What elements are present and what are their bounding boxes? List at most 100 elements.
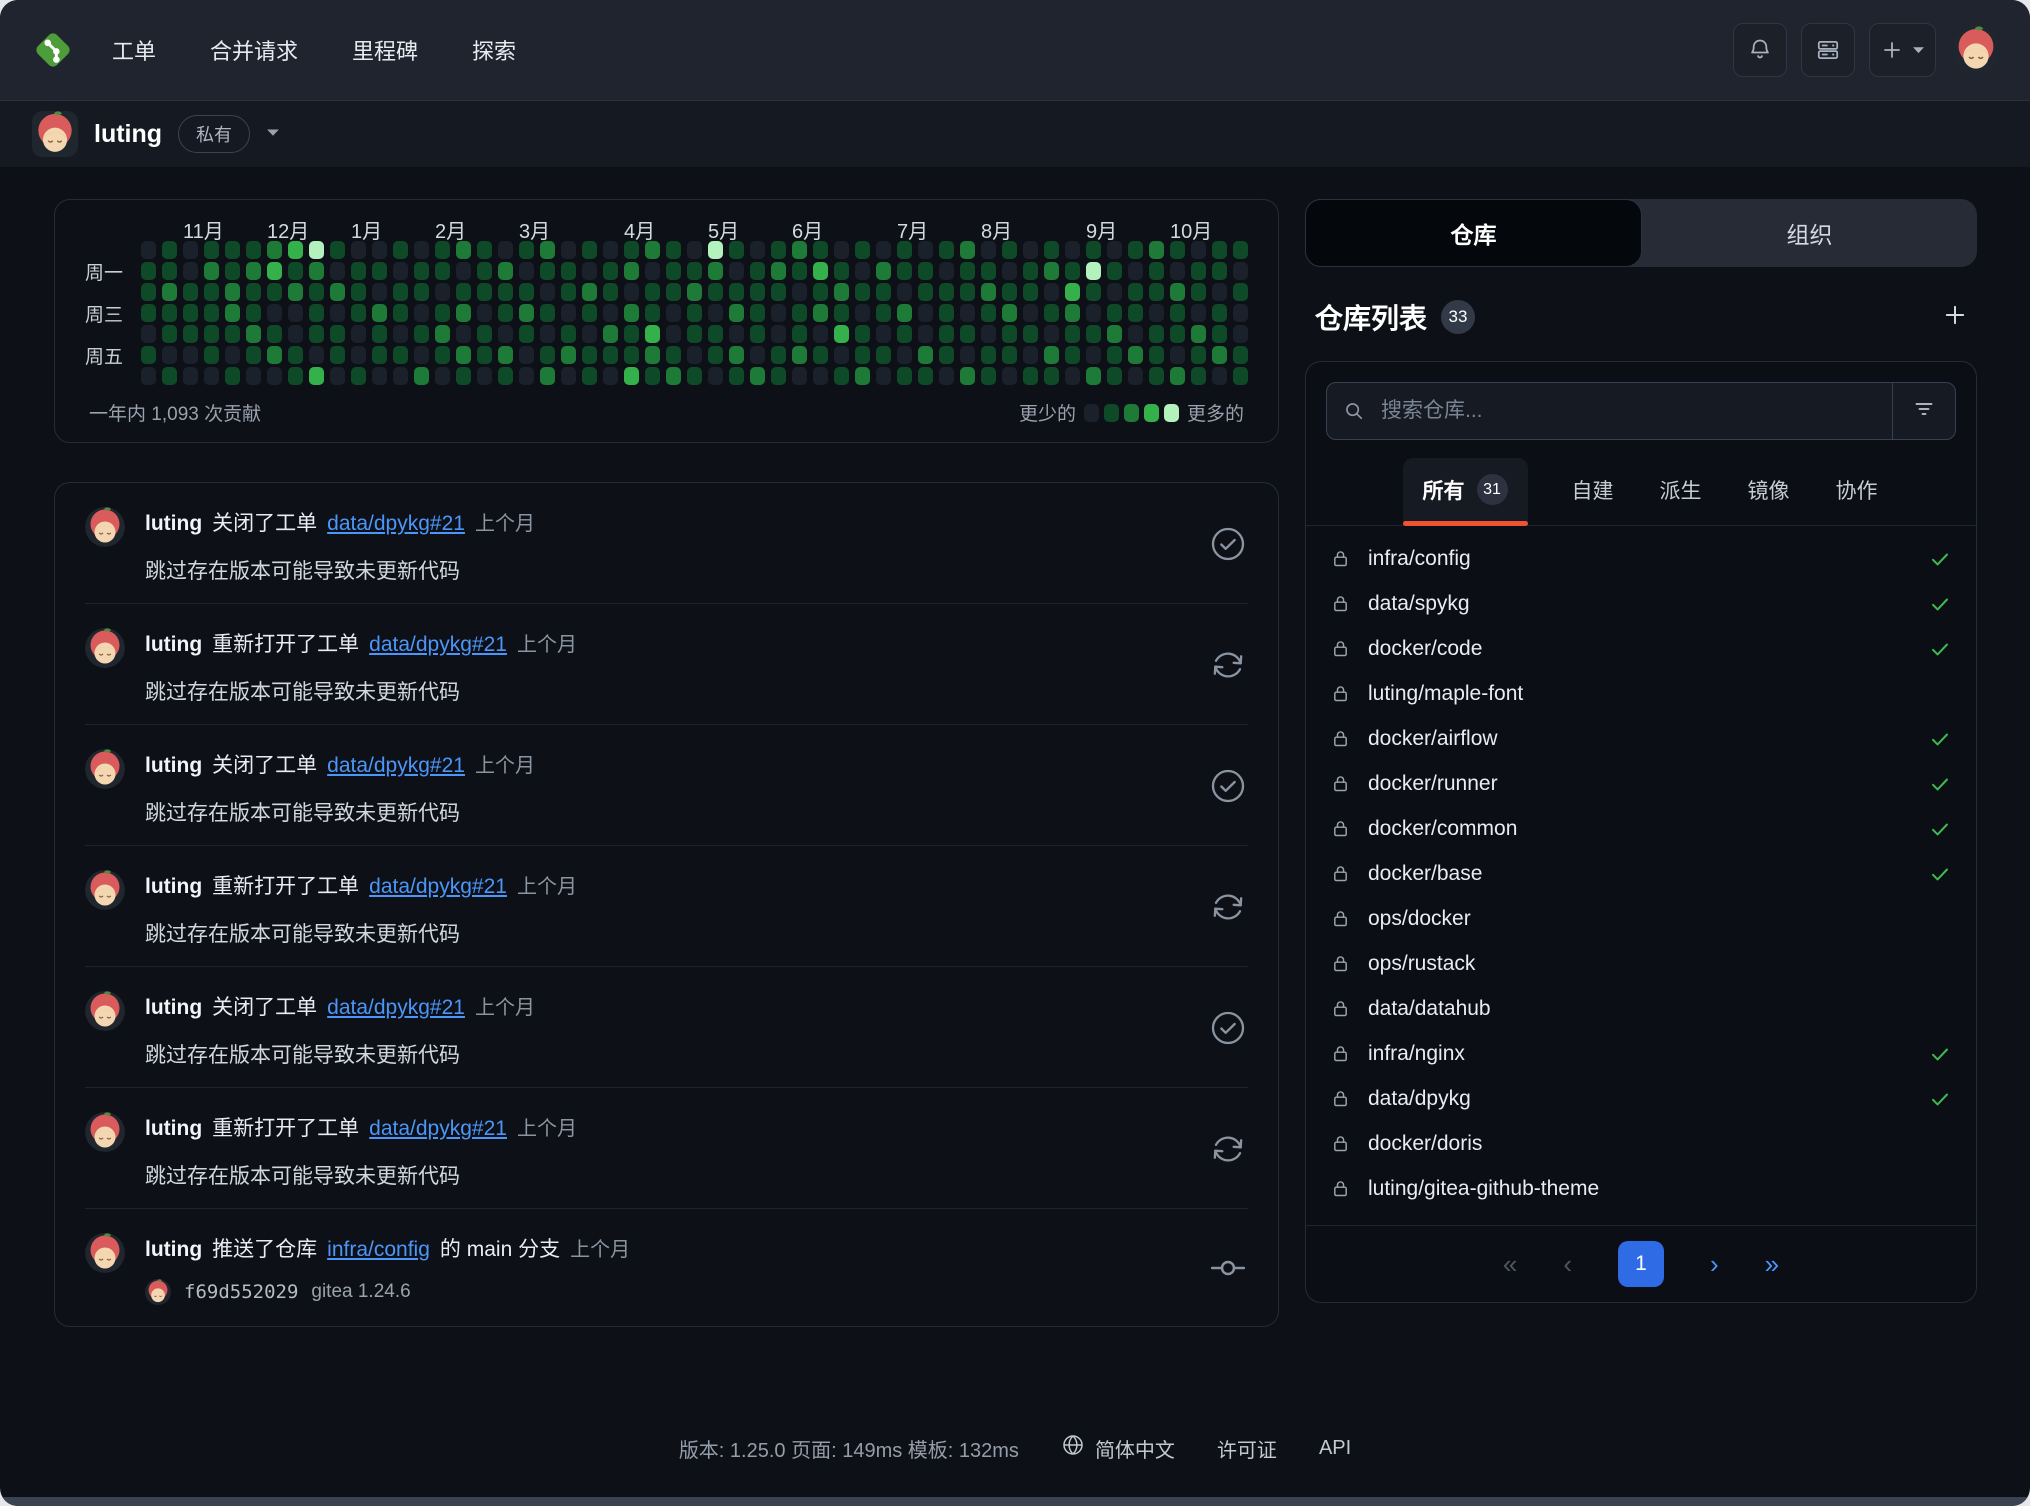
heatmap-cell[interactable] xyxy=(708,262,723,280)
repo-filter-2[interactable]: 派生 xyxy=(1658,458,1704,525)
heatmap-cell[interactable] xyxy=(729,283,744,301)
heatmap-cell[interactable] xyxy=(918,325,933,343)
heatmap-cell[interactable] xyxy=(372,241,387,259)
heatmap-cell[interactable] xyxy=(729,346,744,364)
heatmap-cell[interactable] xyxy=(330,262,345,280)
heatmap-cell[interactable] xyxy=(1170,241,1185,259)
heatmap-cell[interactable] xyxy=(1233,367,1248,385)
heatmap-cell[interactable] xyxy=(666,304,681,322)
repo-row[interactable]: data/dpykg xyxy=(1330,1076,1952,1121)
heatmap-cell[interactable] xyxy=(1170,325,1185,343)
heatmap-cell[interactable] xyxy=(456,346,471,364)
heatmap-cell[interactable] xyxy=(204,367,219,385)
heatmap-cell[interactable] xyxy=(1065,367,1080,385)
heatmap-cell[interactable] xyxy=(624,283,639,301)
heatmap-cell[interactable] xyxy=(876,367,891,385)
add-repo-button[interactable] xyxy=(1941,301,1969,334)
heatmap-cell[interactable] xyxy=(1002,241,1017,259)
heatmap-cell[interactable] xyxy=(666,346,681,364)
heatmap-cell[interactable] xyxy=(1233,346,1248,364)
heatmap-cell[interactable] xyxy=(1086,367,1101,385)
heatmap-cell[interactable] xyxy=(666,367,681,385)
heatmap-cell[interactable] xyxy=(267,241,282,259)
heatmap-cell[interactable] xyxy=(435,262,450,280)
heatmap-cell[interactable] xyxy=(561,283,576,301)
heatmap-cell[interactable] xyxy=(288,262,303,280)
heatmap-cell[interactable] xyxy=(351,346,366,364)
heatmap-cell[interactable] xyxy=(855,304,870,322)
heatmap-cell[interactable] xyxy=(477,283,492,301)
repo-name[interactable]: infra/nginx xyxy=(1368,1042,1465,1066)
heatmap-cell[interactable] xyxy=(183,241,198,259)
heatmap-cell[interactable] xyxy=(267,304,282,322)
heatmap-cell[interactable] xyxy=(477,367,492,385)
heatmap-cell[interactable] xyxy=(666,262,681,280)
heatmap-cell[interactable] xyxy=(939,283,954,301)
repo-name[interactable]: luting/gitea-github-theme xyxy=(1368,1177,1599,1201)
tab-organizations[interactable]: 组织 xyxy=(1642,199,1977,267)
heatmap-cell[interactable] xyxy=(666,283,681,301)
heatmap-cell[interactable] xyxy=(288,346,303,364)
heatmap-cell[interactable] xyxy=(330,346,345,364)
heatmap-cell[interactable] xyxy=(1065,346,1080,364)
heatmap-cell[interactable] xyxy=(288,367,303,385)
heatmap-cell[interactable] xyxy=(1149,304,1164,322)
heatmap-cell[interactable] xyxy=(225,262,240,280)
heatmap-cell[interactable] xyxy=(414,367,429,385)
heatmap-cell[interactable] xyxy=(1191,283,1206,301)
next-page-button[interactable]: › xyxy=(1710,1251,1719,1277)
heatmap-cell[interactable] xyxy=(1086,262,1101,280)
heatmap-cell[interactable] xyxy=(645,304,660,322)
feed-repo-link[interactable]: data/dpykg#21 xyxy=(327,754,465,778)
heatmap-cell[interactable] xyxy=(834,346,849,364)
feed-actor[interactable]: luting xyxy=(145,996,202,1020)
filter-button[interactable] xyxy=(1893,383,1955,439)
heatmap-cell[interactable] xyxy=(1128,346,1143,364)
heatmap-cell[interactable] xyxy=(561,262,576,280)
heatmap-cell[interactable] xyxy=(918,367,933,385)
heatmap-cell[interactable] xyxy=(1044,262,1059,280)
gitea-logo-icon[interactable] xyxy=(30,27,76,73)
heatmap-cell[interactable] xyxy=(1170,346,1185,364)
heatmap-cell[interactable] xyxy=(183,346,198,364)
heatmap-cell[interactable] xyxy=(183,304,198,322)
heatmap-cell[interactable] xyxy=(981,346,996,364)
heatmap-cell[interactable] xyxy=(897,346,912,364)
heatmap-cell[interactable] xyxy=(225,241,240,259)
heatmap-cell[interactable] xyxy=(1065,304,1080,322)
repo-row[interactable]: docker/code xyxy=(1330,626,1952,671)
repo-name[interactable]: docker/code xyxy=(1368,637,1482,661)
heatmap-cell[interactable] xyxy=(162,241,177,259)
heatmap-cell[interactable] xyxy=(414,325,429,343)
heatmap-cell[interactable] xyxy=(813,283,828,301)
heatmap-cell[interactable] xyxy=(687,241,702,259)
heatmap-cell[interactable] xyxy=(435,346,450,364)
repo-name[interactable]: ops/docker xyxy=(1368,907,1471,931)
feed-actor[interactable]: luting xyxy=(145,754,202,778)
heatmap-cell[interactable] xyxy=(834,304,849,322)
heatmap-cell[interactable] xyxy=(624,325,639,343)
user-avatar[interactable] xyxy=(1952,26,2000,74)
heatmap-cell[interactable] xyxy=(267,346,282,364)
heatmap-cell[interactable] xyxy=(813,262,828,280)
heatmap-cell[interactable] xyxy=(246,304,261,322)
heatmap-cell[interactable] xyxy=(876,241,891,259)
heatmap-cell[interactable] xyxy=(1170,283,1185,301)
heatmap-cell[interactable] xyxy=(456,262,471,280)
heatmap-cell[interactable] xyxy=(939,241,954,259)
heatmap-cell[interactable] xyxy=(435,304,450,322)
heatmap-cell[interactable] xyxy=(1233,241,1248,259)
heatmap-cell[interactable] xyxy=(771,241,786,259)
heatmap-cell[interactable] xyxy=(372,304,387,322)
heatmap-cell[interactable] xyxy=(1044,325,1059,343)
heatmap-cell[interactable] xyxy=(981,304,996,322)
heatmap-cell[interactable] xyxy=(1086,241,1101,259)
heatmap-cell[interactable] xyxy=(960,304,975,322)
heatmap-cell[interactable] xyxy=(141,262,156,280)
heatmap-cell[interactable] xyxy=(1023,346,1038,364)
heatmap-cell[interactable] xyxy=(519,262,534,280)
feed-actor[interactable]: luting xyxy=(145,512,202,536)
heatmap-cell[interactable] xyxy=(582,304,597,322)
heatmap-cell[interactable] xyxy=(729,262,744,280)
heatmap-cell[interactable] xyxy=(1149,325,1164,343)
